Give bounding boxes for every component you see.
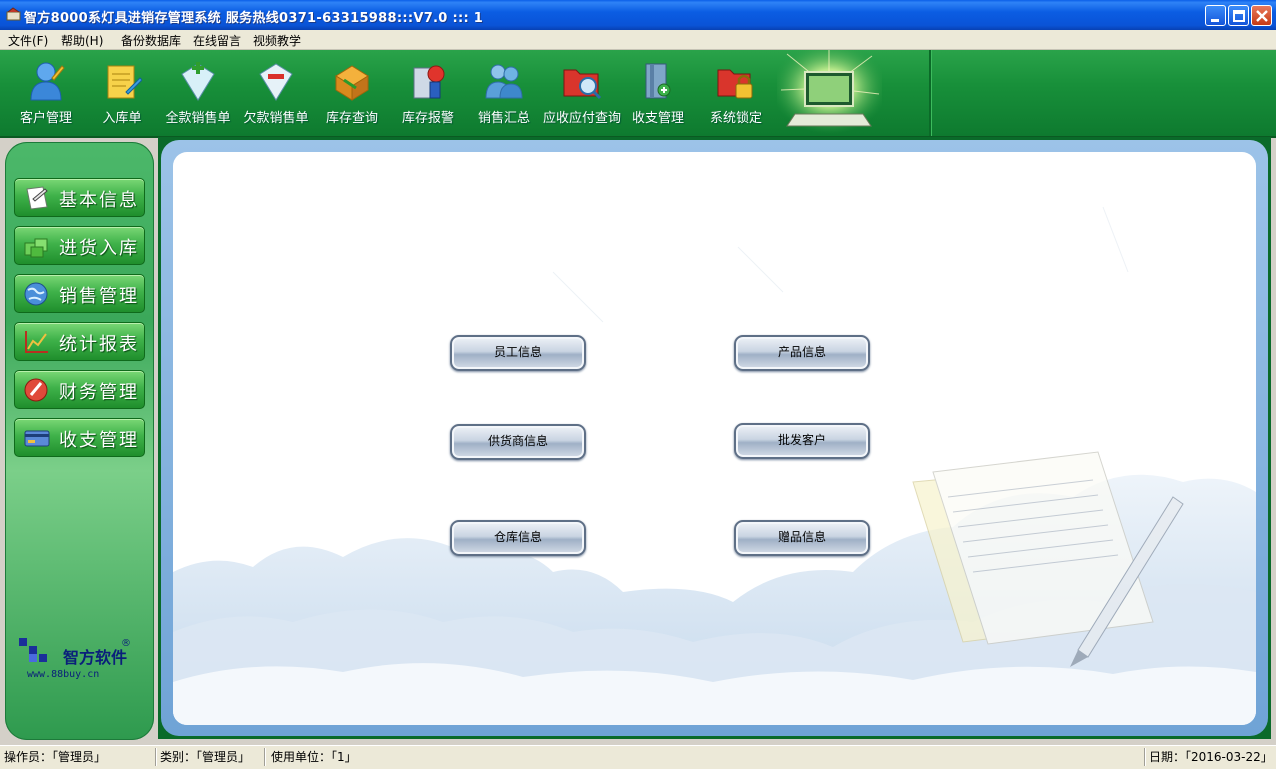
gift-info-button[interactable]: 赠品信息 bbox=[734, 520, 870, 556]
customer-icon bbox=[30, 62, 65, 101]
toolbar-label: 客户管理 bbox=[19, 111, 72, 126]
button-label: 批发客户 bbox=[777, 433, 826, 447]
main-panel: 员工信息 产品信息 供货商信息 批发客户 仓库信息 赠品信息 bbox=[173, 152, 1256, 725]
status-separator bbox=[155, 748, 156, 766]
close-button[interactable] bbox=[1251, 5, 1272, 26]
minimize-button[interactable] bbox=[1205, 5, 1226, 26]
document-icon bbox=[26, 186, 48, 210]
boxes-icon bbox=[24, 238, 48, 258]
box-icon bbox=[335, 65, 369, 101]
lock-folder-icon bbox=[717, 69, 753, 99]
brand-mark-icon bbox=[19, 638, 47, 662]
product-info-button[interactable]: 产品信息 bbox=[734, 335, 870, 371]
button-label: 赠品信息 bbox=[777, 530, 826, 544]
toolbar-label: 入库单 bbox=[102, 111, 142, 126]
add-doc-icon bbox=[181, 62, 215, 101]
toolbar-label: 库存查询 bbox=[325, 111, 378, 126]
menu-bar: 文件(F) 帮助(H) 备份数据库 在线留言 视频教学 bbox=[0, 30, 1276, 50]
sidebar-item-label: 收支管理 bbox=[59, 430, 139, 451]
toolbar-divider bbox=[929, 50, 931, 136]
sidebar-item-label: 统计报表 bbox=[59, 334, 139, 355]
warehouse-info-button[interactable]: 仓库信息 bbox=[450, 520, 586, 556]
toolbar-label: 收支管理 bbox=[631, 111, 684, 126]
finance-icon bbox=[24, 378, 48, 402]
button-label: 产品信息 bbox=[777, 345, 826, 359]
sidebar-item-reports[interactable]: 统计报表 bbox=[14, 322, 145, 361]
toolbar-customer-button[interactable]: 客户管理 bbox=[10, 50, 82, 134]
toolbar-credit-sale-button[interactable]: 欠款销售单 bbox=[240, 50, 312, 134]
book-icon bbox=[645, 63, 671, 99]
toolbar-label: 应收应付查询 bbox=[542, 111, 621, 126]
toolbar-label: 全款销售单 bbox=[165, 111, 231, 126]
main-frame: 员工信息 产品信息 供货商信息 批发客户 仓库信息 赠品信息 bbox=[161, 140, 1268, 736]
toolbar-lock-button[interactable]: 系统锁定 bbox=[700, 50, 772, 134]
sidebar-item-sales[interactable]: 销售管理 bbox=[14, 274, 145, 313]
close-icon bbox=[1256, 10, 1268, 22]
sidebar-item-basic-info[interactable]: 基本信息 bbox=[14, 178, 145, 217]
menu-file[interactable]: 文件(F) bbox=[8, 32, 48, 49]
brand-name: 智方软件 bbox=[63, 648, 128, 667]
sidebar-item-finance[interactable]: 财务管理 bbox=[14, 370, 145, 409]
toolbar-label: 欠款销售单 bbox=[243, 111, 309, 126]
notepad-icon bbox=[107, 65, 142, 99]
toolbar-label: 系统锁定 bbox=[709, 111, 762, 126]
sidebar-item-label: 进货入库 bbox=[59, 238, 139, 259]
status-unit: 使用单位：「1」 bbox=[271, 750, 357, 764]
wholesale-customer-button[interactable]: 批发客户 bbox=[734, 423, 870, 459]
status-bar: 操作员：「管理员」 类别：「管理员」 使用单位：「1」 日期：「2016-03-… bbox=[0, 745, 1276, 769]
sidebar-item-label: 财务管理 bbox=[59, 382, 139, 403]
card-icon bbox=[24, 430, 50, 447]
minus-doc-icon bbox=[259, 63, 293, 101]
menu-backup[interactable]: 备份数据库 bbox=[121, 32, 181, 49]
maximize-icon bbox=[1233, 10, 1245, 22]
toolbar-label: 销售汇总 bbox=[477, 111, 530, 126]
status-category: 类别：「管理员」 bbox=[160, 750, 251, 764]
button-label: 供货商信息 bbox=[487, 434, 548, 448]
brand-logo: 智方软件 ® www.88buy.cn bbox=[17, 636, 131, 686]
button-label: 员工信息 bbox=[493, 345, 542, 359]
toolbar-stock-alarm-button[interactable]: 库存报警 bbox=[392, 50, 464, 134]
sidebar-item-purchase-in[interactable]: 进货入库 bbox=[14, 226, 145, 265]
supplier-info-button[interactable]: 供货商信息 bbox=[450, 424, 586, 460]
menu-message[interactable]: 在线留言 bbox=[193, 32, 241, 49]
brand-url: www.88buy.cn bbox=[27, 669, 100, 680]
toolbar-stock-in-button[interactable]: 入库单 bbox=[86, 50, 158, 134]
window-title: 智方8000系灯具进销存管理系统 服务热线0371-63315988:::V7.… bbox=[24, 11, 484, 26]
toolbar: 客户管理 入库单 全款销售单 欠款销售单 库存查询 库存报警 销售汇总 应收应付… bbox=[0, 50, 1276, 138]
main-area: 员工信息 产品信息 供货商信息 批发客户 仓库信息 赠品信息 bbox=[158, 137, 1271, 739]
users-icon bbox=[485, 64, 523, 99]
staff-info-button[interactable]: 员工信息 bbox=[450, 335, 586, 371]
sidebar-item-income-expense[interactable]: 收支管理 bbox=[14, 418, 145, 457]
banner-computer-illustration bbox=[777, 50, 882, 134]
folder-search-icon bbox=[563, 69, 602, 100]
status-separator bbox=[1144, 748, 1145, 766]
toolbar-income-expense-button[interactable]: 收支管理 bbox=[622, 50, 694, 134]
status-date: 日期：「2016-03-22」 bbox=[1149, 750, 1273, 764]
toolbar-stock-query-button[interactable]: 库存查询 bbox=[316, 50, 388, 134]
status-separator bbox=[264, 748, 265, 766]
status-operator: 操作员：「管理员」 bbox=[4, 750, 107, 764]
toolbar-sales-summary-button[interactable]: 销售汇总 bbox=[468, 50, 540, 134]
toolbar-label: 库存报警 bbox=[401, 111, 454, 126]
maximize-button[interactable] bbox=[1228, 5, 1249, 26]
chart-icon bbox=[25, 331, 48, 353]
menu-help[interactable]: 帮助(H) bbox=[61, 32, 103, 49]
sidebar: 基本信息 进货入库 销售管理 统计报表 财务管理 收支管理 智方软件 ® www… bbox=[5, 142, 154, 740]
minimize-icon bbox=[1211, 19, 1219, 22]
alarm-icon bbox=[413, 65, 445, 99]
globe-icon bbox=[24, 282, 48, 306]
toolbar-full-sale-button[interactable]: 全款销售单 bbox=[162, 50, 234, 134]
menu-video[interactable]: 视频教学 bbox=[253, 32, 301, 49]
app-icon bbox=[6, 7, 21, 21]
title-bar: 智方8000系灯具进销存管理系统 服务热线0371-63315988:::V7.… bbox=[0, 0, 1276, 30]
toolbar-receivable-button[interactable]: 应收应付查询 bbox=[543, 50, 621, 134]
sidebar-item-label: 销售管理 bbox=[59, 286, 139, 307]
sidebar-item-label: 基本信息 bbox=[59, 190, 139, 211]
button-label: 仓库信息 bbox=[493, 530, 542, 544]
registered-mark: ® bbox=[121, 638, 131, 649]
background-clouds-illustration bbox=[173, 206, 1256, 725]
